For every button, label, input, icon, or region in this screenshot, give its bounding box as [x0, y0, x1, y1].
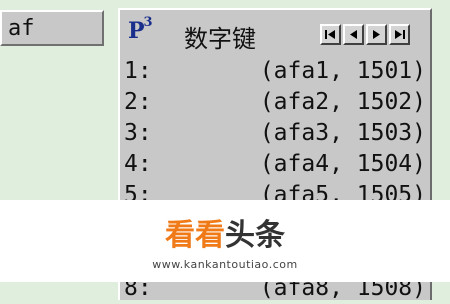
last-page-icon: [395, 30, 405, 39]
candidate-index: 1:: [124, 58, 152, 84]
next-page-button[interactable]: [366, 24, 387, 45]
composition-input[interactable]: af: [0, 10, 104, 46]
prev-page-button[interactable]: [343, 24, 364, 45]
watermark-brand-part1: 看看: [165, 218, 225, 253]
candidate-value: (afa4, 1504): [259, 151, 426, 177]
candidate-item[interactable]: 1: (afa1, 1501): [122, 56, 428, 87]
candidate-value: (afa1, 1501): [259, 58, 426, 84]
composition-text: af: [8, 16, 35, 41]
next-page-icon: [373, 30, 380, 39]
candidate-index: 2:: [124, 89, 152, 115]
candidate-index: 4:: [124, 151, 152, 177]
pager: [320, 24, 410, 45]
candidate-header: P3 数字键: [120, 10, 430, 56]
watermark-url: www.kankantoutiao.com: [152, 258, 298, 271]
watermark-banner: 看看头条 www.kankantoutiao.com: [0, 200, 450, 282]
prev-page-icon: [350, 30, 357, 39]
candidate-value: (afa3, 1503): [259, 120, 426, 146]
ime-logo: P3: [128, 14, 153, 44]
first-page-button[interactable]: [320, 24, 341, 45]
candidate-value: (afa2, 1502): [259, 89, 426, 115]
candidate-item[interactable]: 2: (afa2, 1502): [122, 87, 428, 118]
candidate-item[interactable]: 3: (afa3, 1503): [122, 118, 428, 149]
mode-title: 数字键: [184, 25, 256, 53]
watermark-brand-part2: 头条: [225, 218, 285, 253]
candidate-index: 3:: [124, 120, 152, 146]
last-page-button[interactable]: [389, 24, 410, 45]
watermark-logo: 看看头条: [0, 210, 450, 254]
candidate-item[interactable]: 4: (afa4, 1504): [122, 149, 428, 180]
first-page-icon: [325, 30, 335, 39]
